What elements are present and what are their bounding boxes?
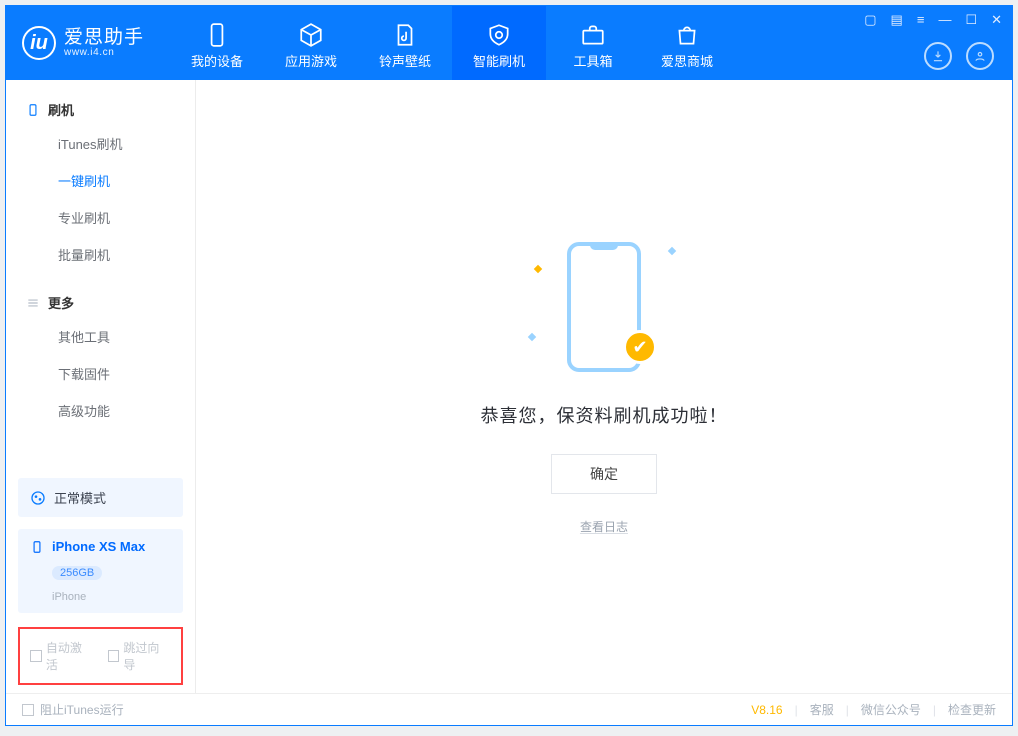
sidebar-item-label: 专业刷机 [58,211,110,226]
tab-label: 智能刷机 [473,51,525,70]
header: iu 爱思助手 www.i4.cn 我的设备 应用游戏 [6,6,1012,80]
ok-button[interactable]: 确定 [551,454,657,494]
sidebar-item-advanced[interactable]: 高级功能 [6,392,195,429]
menu-lines-icon [26,296,40,310]
tab-store[interactable]: 爱思商城 [640,6,734,80]
cube-icon [298,22,324,48]
sidebar-item-label: 其他工具 [58,330,110,345]
account-button[interactable] [966,42,994,70]
separator: | [933,703,936,717]
tab-toolbox[interactable]: 工具箱 [546,6,640,80]
sidebar-item-itunes-flash[interactable]: iTunes刷机 [6,125,195,162]
tab-label: 工具箱 [574,51,613,70]
wechat-link[interactable]: 微信公众号 [861,701,921,718]
device-type: iPhone [52,591,86,603]
sidebar-group-label: 刷机 [48,100,74,119]
sidebar-group-label: 更多 [48,293,74,312]
brand-logo-icon: iu [22,26,56,60]
checkbox-auto-activate[interactable]: 自动激活 [30,639,94,673]
sidebar-item-label: iTunes刷机 [58,137,123,152]
separator: | [795,703,798,717]
check-badge-icon: ✔ [623,330,657,364]
sparkle-icon [534,265,542,273]
download-button[interactable] [924,42,952,70]
mode-label: 正常模式 [54,488,106,507]
briefcase-icon [580,22,606,48]
checkbox-label: 跳过向导 [123,639,171,673]
tab-label: 爱思商城 [661,51,713,70]
checkbox-label: 自动激活 [46,639,94,673]
support-link[interactable]: 客服 [810,701,834,718]
checkbox-skip-guide[interactable]: 跳过向导 [108,639,172,673]
separator: | [846,703,849,717]
view-log-link[interactable]: 查看日志 [580,518,628,535]
flash-options-highlight: 自动激活 跳过向导 [18,627,183,685]
sidebar-item-label: 高级功能 [58,404,110,419]
success-illustration: ✔ [529,238,679,378]
sidebar-item-download-firmware[interactable]: 下载固件 [6,355,195,392]
brand-title: 爱思助手 [64,28,144,48]
close-button[interactable]: ✕ [991,12,1002,28]
phone-small-icon [30,540,44,554]
tab-apps-games[interactable]: 应用游戏 [264,6,358,80]
device-mode-card[interactable]: 正常模式 [18,478,183,517]
sparkle-icon [668,247,676,255]
tshirt-icon[interactable]: ▢ [864,12,876,28]
sidebar-item-pro-flash[interactable]: 专业刷机 [6,199,195,236]
checkbox-icon [22,704,34,716]
phone-icon [204,22,230,48]
tab-label: 铃声壁纸 [379,51,431,70]
tab-my-device[interactable]: 我的设备 [170,6,264,80]
refresh-shield-icon [486,22,512,48]
sidebar-item-onekey-flash[interactable]: 一键刷机 [6,162,195,199]
sparkle-icon [528,333,536,341]
main-tabs: 我的设备 应用游戏 铃声壁纸 智能刷机 [170,6,914,80]
phone-notch-icon [590,242,618,250]
device-icon [26,103,40,117]
menu-icon[interactable]: ≡ [917,12,925,28]
minimize-button[interactable]: ― [938,12,951,28]
brand-subtitle: www.i4.cn [64,47,144,58]
main-panel: ✔ 恭喜您，保资料刷机成功啦！ 确定 查看日志 [196,80,1012,693]
mode-icon [30,490,46,506]
checkbox-icon [108,650,120,662]
success-message: 恭喜您，保资料刷机成功啦！ [481,402,728,428]
tab-smart-flash[interactable]: 智能刷机 [452,6,546,80]
sidebar-group-flash: 刷机 [6,94,195,125]
checkbox-block-itunes[interactable]: 阻止iTunes运行 [22,701,124,718]
sidebar-item-label: 下载固件 [58,367,110,382]
version-label: V8.16 [751,703,782,717]
check-update-link[interactable]: 检查更新 [948,701,996,718]
tab-label: 我的设备 [191,51,243,70]
titlebar-controls: ▢ ▤ ≡ ― ☐ ✕ [864,12,1002,28]
tab-ringtones-wallpapers[interactable]: 铃声壁纸 [358,6,452,80]
maximize-button[interactable]: ☐ [965,12,977,28]
sidebar-item-label: 批量刷机 [58,248,110,263]
sidebar-item-batch-flash[interactable]: 批量刷机 [6,236,195,273]
status-bar: 阻止iTunes运行 V8.16 | 客服 | 微信公众号 | 检查更新 [6,693,1012,725]
device-card[interactable]: iPhone XS Max 256GB iPhone [18,529,183,613]
brand: iu 爱思助手 www.i4.cn [6,6,160,80]
sidebar-group-more: 更多 [6,287,195,318]
shopping-bag-icon [674,22,700,48]
music-file-icon [392,22,418,48]
note-icon[interactable]: ▤ [891,12,903,28]
device-capacity-badge: 256GB [52,566,102,580]
tab-label: 应用游戏 [285,51,337,70]
checkbox-label: 阻止iTunes运行 [40,701,124,718]
checkbox-icon [30,650,42,662]
device-name: iPhone XS Max [52,539,145,554]
sidebar-item-label: 一键刷机 [58,174,110,189]
sidebar-item-other-tools[interactable]: 其他工具 [6,318,195,355]
sidebar: 刷机 iTunes刷机 一键刷机 专业刷机 批量刷机 更多 其他工具 下载固件 … [6,80,196,693]
